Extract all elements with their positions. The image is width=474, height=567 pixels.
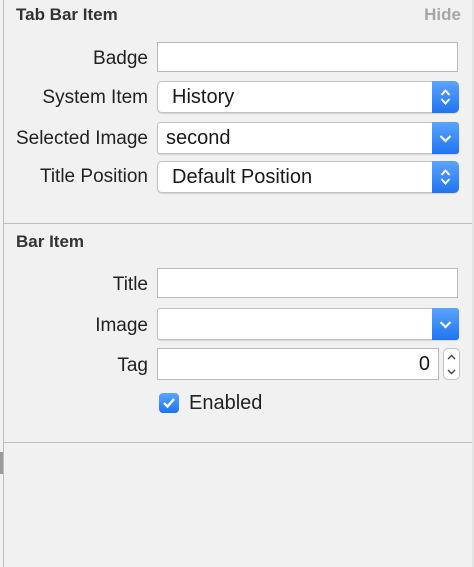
title-position-label: Title Position (39, 166, 148, 187)
image-combobox[interactable] (157, 308, 459, 340)
up-down-arrows-icon (432, 161, 459, 193)
tag-input[interactable]: 0 (157, 348, 439, 380)
up-down-arrows-icon (432, 81, 459, 113)
system-item-popup[interactable]: History (157, 81, 459, 113)
enabled-checkbox[interactable] (159, 393, 179, 413)
title-position-value: Default Position (172, 166, 313, 188)
tab-bar-item-section-title: Tab Bar Item (16, 5, 118, 24)
title-label: Title (112, 274, 148, 295)
selected-image-value: second (166, 127, 231, 149)
image-label: Image (95, 315, 148, 336)
enabled-label[interactable]: Enabled (189, 392, 262, 415)
tag-stepper[interactable] (443, 348, 460, 380)
badge-input[interactable] (157, 42, 458, 72)
chevron-down-icon[interactable] (432, 122, 459, 154)
selected-image-label: Selected Image (15, 128, 148, 149)
system-item-value: History (172, 86, 235, 108)
inspector-panel: Tab Bar Item Hide Badge System Item Hist… (3, 0, 474, 567)
stepper-up-icon[interactable] (447, 354, 456, 360)
section-divider (4, 223, 474, 224)
system-item-label: System Item (42, 87, 148, 108)
badge-label: Badge (93, 48, 148, 69)
tag-label: Tag (117, 355, 148, 376)
bar-item-section-title: Bar Item (16, 232, 85, 251)
title-input[interactable] (157, 268, 458, 298)
section-divider (4, 442, 474, 443)
checkmark-icon (163, 398, 175, 409)
stepper-down-icon[interactable] (447, 369, 456, 375)
hide-section-link[interactable]: Hide (424, 5, 461, 25)
selected-image-combobox[interactable]: second (157, 122, 459, 154)
chevron-down-icon[interactable] (432, 308, 459, 340)
title-position-popup[interactable]: Default Position (157, 161, 459, 193)
panel-resize-handle[interactable] (0, 452, 3, 474)
